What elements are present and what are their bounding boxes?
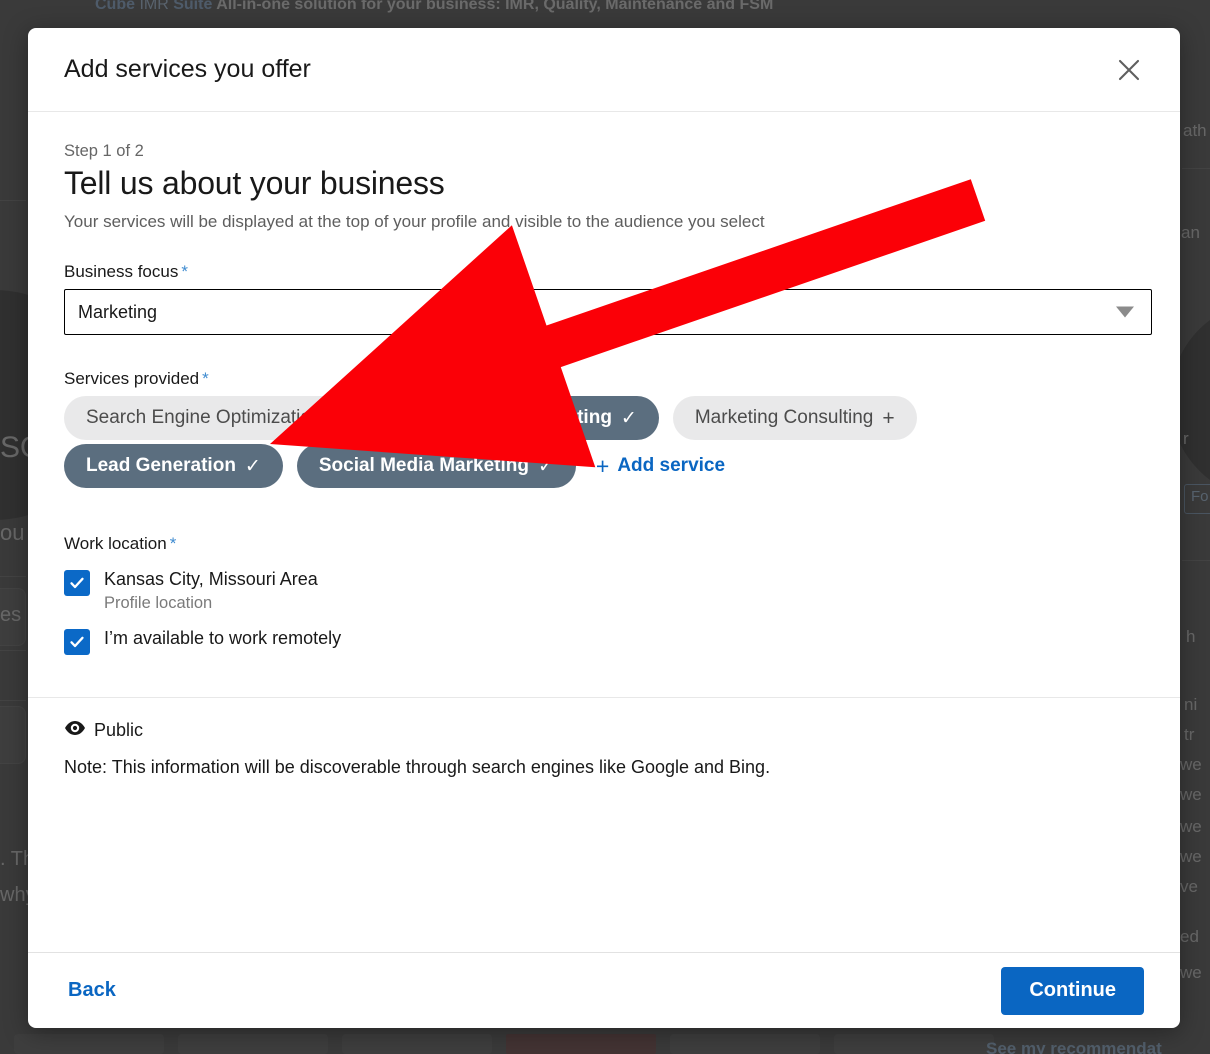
visibility-label: Public [94,719,144,740]
close-icon [1116,57,1142,83]
check-icon [68,574,86,592]
service-pill-label: Marketing Consulting [694,407,874,428]
background-bottom-link: See my recommendat [986,1039,1162,1054]
background-fragment: we [1180,847,1202,866]
background-fragment: we [1180,755,1202,774]
background-divider [0,650,26,651]
service-pill-label: Digital Marketing [458,407,612,428]
service-pill-label: Lead Generation [86,455,236,476]
background-bottom-bar-highlight [506,1034,656,1054]
background-divider [1182,560,1210,561]
service-pill-lead-generation[interactable]: Lead Generation ✓ [64,444,283,488]
plus-icon: + [388,406,401,430]
background-fragment: ath [1183,121,1207,140]
service-pill-seo[interactable]: Search Engine Optimization (SEO) + [64,396,423,440]
required-asterisk: * [181,262,188,281]
add-service-button[interactable]: + Add service [590,452,731,479]
background-bottom-bar [14,1034,164,1054]
background-divider [0,200,26,201]
close-button[interactable] [1106,47,1152,93]
checkbox-remote[interactable] [64,628,90,655]
work-location-option-label: Kansas City, Missouri Area [104,569,318,589]
modal-body: Step 1 of 2 Tell us about your business … [28,112,1180,952]
check-icon: ✓ [537,455,554,477]
background-fragment: ed [1180,927,1199,946]
business-focus-select[interactable]: Marketing [64,289,1152,335]
services-provided-label: Services provided * [64,369,1144,389]
background-divider [0,700,26,701]
work-location-label: Work location * [64,534,1144,554]
background-divider [1182,168,1210,169]
background-follow-pill: Fo [1184,484,1210,514]
background-fragment: ve [1180,877,1198,896]
work-location-option-sublabel: Profile location [104,593,213,612]
work-location-section: Work location * Kansas City, Missouri Are… [64,534,1144,655]
services-provided-label-text: Services provided [64,369,200,388]
modal-header: Add services you offer [28,28,1180,112]
service-pill-social-media-marketing[interactable]: Social Media Marketing ✓ [296,444,576,488]
service-pill-label: Search Engine Optimization (SEO) [86,407,380,428]
step-heading: Tell us about your business [64,165,445,201]
background-fragment: r [1183,429,1189,448]
step-description: Your services will be displayed at the t… [64,212,765,231]
service-pill-label: Social Media Marketing [318,455,529,476]
background-fragment: an [1181,223,1200,242]
visibility-row: Public [64,720,1144,741]
background-fragment: we [1180,963,1202,982]
background-card [0,706,26,764]
step-indicator: Step 1 of 2 [64,142,144,160]
work-location-label-text: Work location [64,534,167,553]
business-focus-label-text: Business focus [64,262,179,281]
continue-button[interactable]: Continue [1001,966,1144,1015]
check-icon: ✓ [244,455,261,477]
background-fragment: ni [1184,695,1198,714]
work-location-texts: I’m available to work remotely [104,627,341,650]
background-brand-suite: Suite [173,0,213,13]
services-pill-row-1: Search Engine Optimization (SEO) + Digit… [64,396,1144,440]
background-topbar-tagline: All-in-one solution for your business: I… [216,0,774,13]
add-services-modal: Add services you offer Step 1 of 2 Tell … [28,28,1180,1028]
required-asterisk: * [202,369,209,388]
work-location-option-remote[interactable]: I’m available to work remotely [64,627,1144,655]
plus-icon: + [595,452,610,479]
services-pill-row-2: Lead Generation ✓ Social Media Marketing… [64,444,1144,488]
background-fragment: es [0,604,22,626]
required-asterisk: * [169,534,177,553]
service-pill-marketing-consulting[interactable]: Marketing Consulting + [672,396,917,440]
background-fragment: ou [0,520,25,545]
background-fragment: we [1180,817,1202,836]
eye-icon [64,720,86,741]
back-button[interactable]: Back [64,971,120,1010]
visibility-note-text: Note: This information will be discovera… [64,756,771,777]
background-fragment: we [1180,785,1202,804]
background-brand-name: Cube [95,0,135,13]
check-icon [68,633,86,651]
background-bottom-bar [670,1034,820,1054]
background-bottom-bar [178,1034,328,1054]
work-location-texts: Kansas City, Missouri Area Profile locat… [104,568,318,613]
service-pill-digital-marketing[interactable]: Digital Marketing ✓ [436,396,659,440]
background-fragment: tr [1184,725,1195,744]
work-location-option-label: I’m available to work remotely [104,627,342,648]
business-focus-label: Business focus * [64,262,1144,282]
visibility-note-section: Public Note: This information will be di… [28,696,1180,796]
work-location-option-profile[interactable]: Kansas City, Missouri Area Profile locat… [64,568,1144,613]
business-focus-field[interactable]: Marketing [64,289,1152,335]
background-topbar: Cube IMR Suite All-in-one solution for y… [95,0,1210,16]
check-icon: ✓ [620,407,637,429]
modal-footer: Back Continue [28,952,1180,1028]
background-bottom-bar [834,1034,994,1054]
plus-icon: + [882,406,895,430]
add-service-label: Add service [617,455,726,476]
background-fragment: h [1186,627,1196,646]
checkbox-profile-location[interactable] [64,570,90,596]
modal-title: Add services you offer [64,55,311,83]
background-brand-suffix: IMR [139,0,169,13]
background-bottom-bar [342,1034,492,1054]
background-divider [0,576,26,577]
